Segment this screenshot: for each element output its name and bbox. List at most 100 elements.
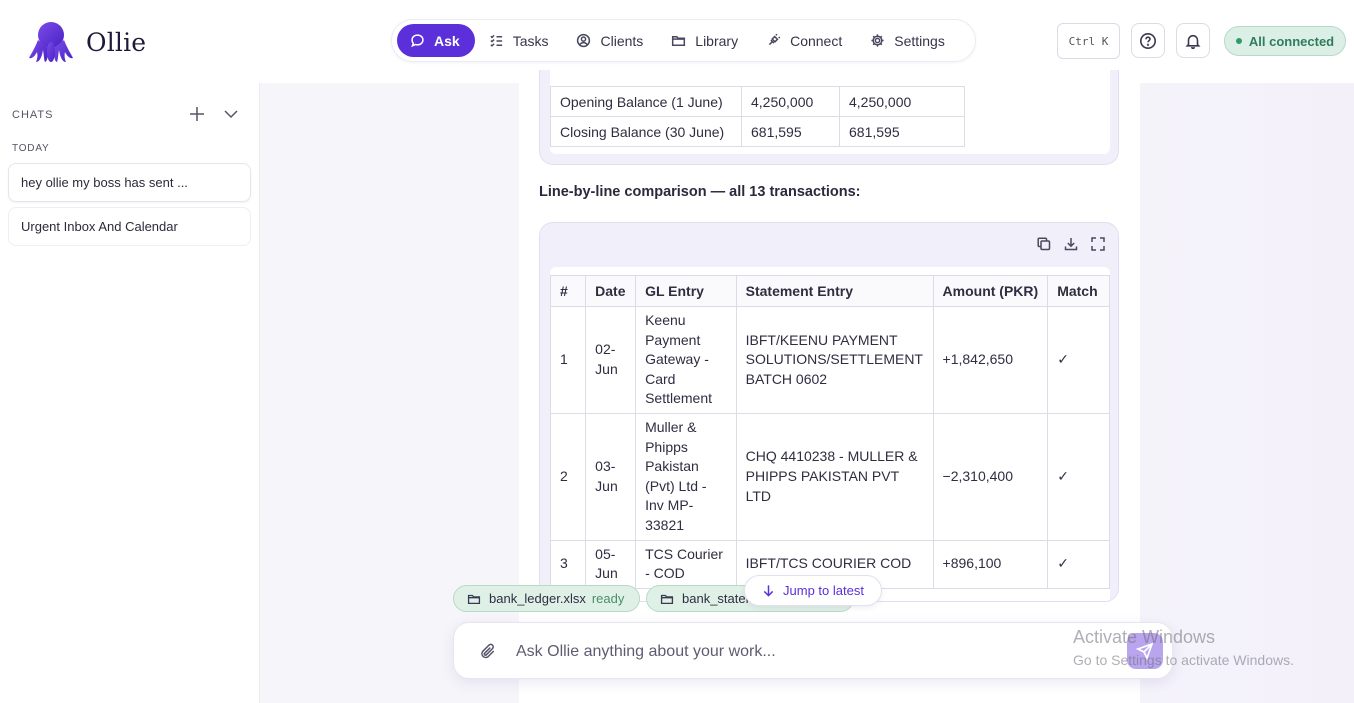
- row-gl-entry: Keenu Payment Gateway - Card Settlement: [635, 306, 737, 414]
- connection-status-badge[interactable]: All connected: [1224, 26, 1346, 56]
- balance-table: Opening Balance (1 June) 4,250,000 4,250…: [550, 86, 965, 147]
- chats-heading: CHATS: [12, 109, 54, 121]
- column-header[interactable]: #: [550, 275, 587, 307]
- plus-icon: [190, 107, 204, 121]
- row-number: 1: [550, 306, 587, 414]
- message-composer: [453, 622, 1173, 679]
- notifications-button[interactable]: [1176, 23, 1210, 58]
- row-statement-entry: CHQ 4410238 - MULLER & PHIPPS PAKISTAN P…: [735, 412, 934, 541]
- column-header[interactable]: GL Entry: [635, 275, 737, 307]
- table-cell: 681,595: [741, 116, 840, 147]
- windows-activation-watermark: Activate Windows: [1073, 627, 1216, 647]
- row-gl-entry: Muller & Phipps Pakistan (Pvt) Ltd - Inv…: [635, 412, 737, 541]
- table-cell: Opening Balance (1 June): [550, 86, 742, 117]
- table-cell: 681,595: [839, 116, 965, 147]
- attachment-name: bank_ledger.xlsx: [489, 591, 586, 606]
- table-row: 1 02-Jun Keenu Payment Gateway - Card Se…: [550, 306, 1110, 414]
- expand-table-button[interactable]: [1090, 236, 1106, 252]
- chat-group-today: TODAY: [12, 143, 50, 154]
- nav-connect-label: Connect: [790, 32, 843, 49]
- nav-library[interactable]: Library: [657, 24, 752, 57]
- table-cell: 4,250,000: [741, 86, 840, 117]
- expand-icon: [1091, 237, 1105, 251]
- row-number: 2: [550, 412, 587, 541]
- comparison-heading: Line-by-line comparison — all 13 transac…: [539, 184, 861, 200]
- folder-icon: [467, 594, 481, 604]
- row-amount: +1,842,650: [932, 306, 1049, 414]
- chat-item[interactable]: hey ollie my boss has sent ...: [8, 163, 251, 202]
- windows-activation-hint: Go to Settings to activate Windows.: [1073, 652, 1294, 668]
- comparison-table-card: # Date GL Entry Statement Entry Amount (…: [539, 222, 1119, 602]
- arrow-down-icon: [763, 585, 774, 597]
- collapse-chats-button[interactable]: [221, 104, 241, 124]
- column-header[interactable]: Amount (PKR): [932, 275, 1049, 307]
- row-match-check: ✓: [1047, 539, 1110, 589]
- download-icon: [1064, 238, 1078, 251]
- command-palette-shortcut[interactable]: Ctrl K: [1057, 23, 1120, 59]
- table-row: Closing Balance (30 June) 681,595 681,59…: [550, 116, 965, 147]
- gear-icon: [871, 34, 884, 47]
- octopus-logo-icon: [29, 22, 73, 62]
- brand-name: Ollie: [86, 27, 147, 57]
- bell-icon: [1185, 34, 1201, 49]
- table-row: 2 03-Jun Muller & Phipps Pakistan (Pvt) …: [550, 412, 1110, 541]
- chevron-down-icon: [224, 110, 238, 119]
- jump-to-latest-label: Jump to latest: [783, 583, 864, 598]
- comparison-table-wrapper[interactable]: # Date GL Entry Statement Entry Amount (…: [550, 267, 1110, 601]
- chat-bubble-icon: [411, 34, 424, 48]
- copy-table-button[interactable]: [1036, 236, 1052, 252]
- row-match-check: ✓: [1047, 306, 1110, 414]
- balance-table-card: Opening Balance (1 June) 4,250,000 4,250…: [539, 70, 1119, 165]
- new-chat-button[interactable]: [187, 104, 207, 124]
- folder-icon: [672, 36, 686, 46]
- nav-settings-label: Settings: [894, 32, 945, 49]
- row-amount: +896,100: [932, 539, 1049, 589]
- chat-item[interactable]: Urgent Inbox And Calendar: [8, 207, 251, 246]
- table-toolbar: [1025, 236, 1106, 252]
- message-input[interactable]: [516, 639, 1056, 665]
- nav-ask-label: Ask: [434, 32, 460, 49]
- table-header-row: # Date GL Entry Statement Entry Amount (…: [550, 275, 1110, 307]
- table-cell: Closing Balance (30 June): [550, 116, 742, 147]
- column-header[interactable]: Match: [1047, 275, 1110, 307]
- folder-icon: [660, 594, 674, 604]
- paperclip-icon: [481, 643, 495, 659]
- row-match-check: ✓: [1047, 412, 1110, 541]
- connection-status-label: All connected: [1248, 33, 1335, 49]
- checklist-icon: [490, 34, 502, 47]
- attachment-chip[interactable]: bank_ledger.xlsx ready: [453, 585, 640, 612]
- balance-table-wrapper: Opening Balance (1 June) 4,250,000 4,250…: [550, 70, 1110, 154]
- nav-ask[interactable]: Ask: [397, 24, 475, 57]
- nav-library-label: Library: [695, 32, 739, 49]
- row-date: 05-Jun: [585, 539, 637, 589]
- plug-icon: [768, 33, 781, 46]
- copy-icon: [1037, 237, 1051, 251]
- table-cell: 4,250,000: [839, 86, 965, 117]
- brand[interactable]: Ollie: [28, 20, 146, 64]
- nav-clients-label: Clients: [600, 32, 644, 49]
- column-header[interactable]: Statement Entry: [735, 275, 934, 307]
- row-statement-entry: IBFT/KEENU PAYMENT SOLUTIONS/SETTLEMENT …: [735, 306, 934, 414]
- help-button[interactable]: [1131, 23, 1165, 58]
- nav-connect[interactable]: Connect: [752, 24, 856, 57]
- row-date: 03-Jun: [585, 412, 637, 541]
- main-nav: Ask Tasks Clients Library Connect Settin…: [391, 19, 976, 62]
- download-table-button[interactable]: [1063, 236, 1079, 252]
- row-gl-entry: TCS Courier - COD: [635, 539, 737, 589]
- help-icon: [1140, 32, 1156, 49]
- sidebar: CHATS TODAY hey ollie my boss has sent .…: [0, 83, 260, 703]
- nav-settings[interactable]: Settings: [856, 24, 959, 57]
- status-dot-icon: [1235, 38, 1242, 44]
- nav-clients[interactable]: Clients: [562, 24, 657, 57]
- user-circle-icon: [577, 33, 591, 48]
- attach-file-button[interactable]: [479, 642, 498, 661]
- comparison-table: # Date GL Entry Statement Entry Amount (…: [550, 275, 1110, 589]
- nav-tasks-label: Tasks: [512, 32, 549, 49]
- jump-to-latest-button[interactable]: Jump to latest: [744, 575, 882, 606]
- table-row: Opening Balance (1 June) 4,250,000 4,250…: [550, 86, 965, 117]
- row-date: 02-Jun: [585, 306, 637, 414]
- row-number: 3: [550, 539, 587, 589]
- column-header[interactable]: Date: [585, 275, 637, 307]
- nav-tasks[interactable]: Tasks: [475, 24, 563, 57]
- row-amount: −2,310,400: [932, 412, 1049, 541]
